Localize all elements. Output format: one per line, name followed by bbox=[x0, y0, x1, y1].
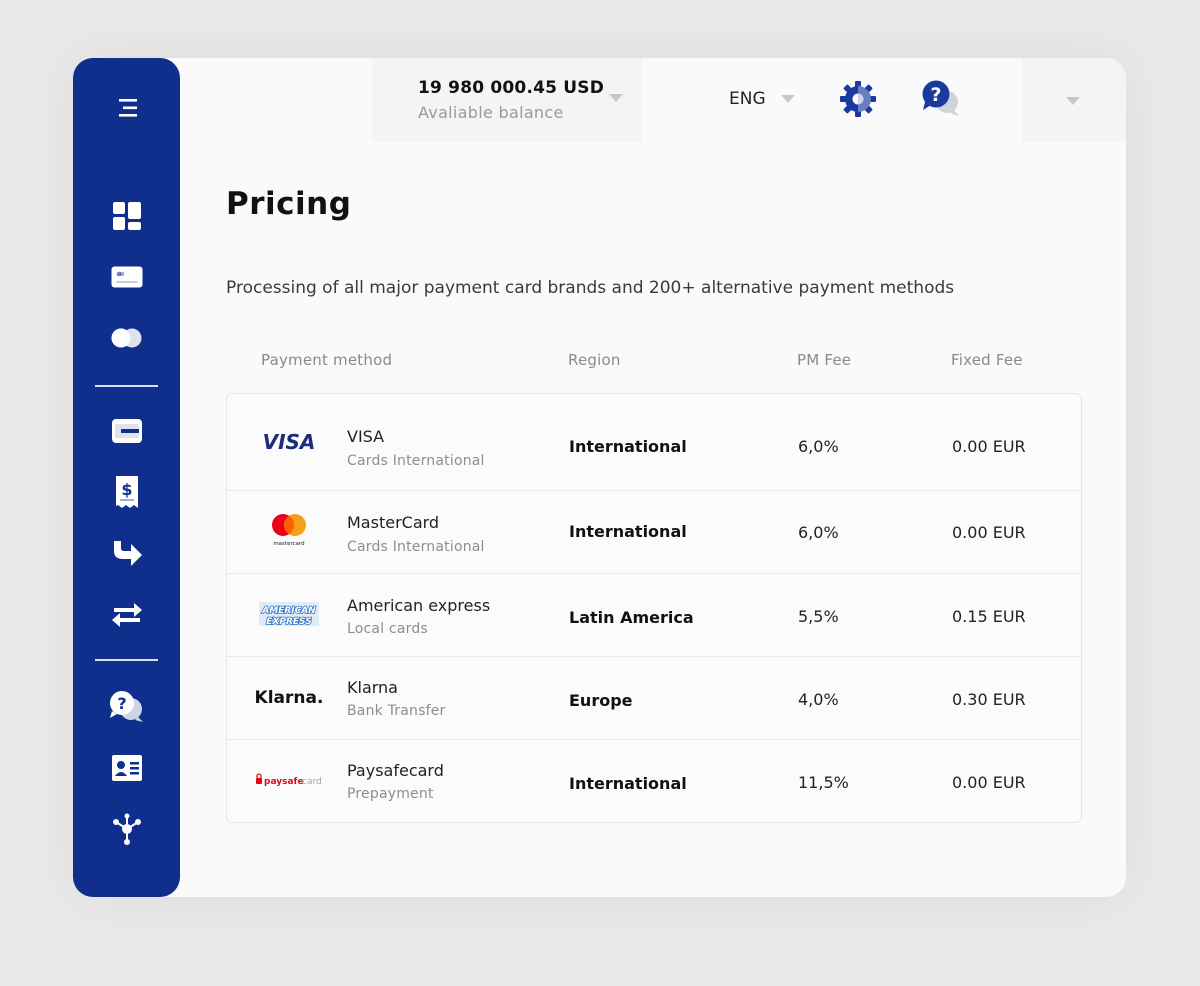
paysafecard-logo-icon: paysafe card bbox=[249, 760, 329, 800]
table-row[interactable]: mastercard MasterCard Cards Internationa… bbox=[227, 491, 1081, 574]
payment-method-type: Cards International bbox=[347, 539, 485, 555]
payment-method-type: Prepayment bbox=[347, 786, 434, 802]
table-row[interactable]: VISA VISA Cards International Internatio… bbox=[227, 394, 1081, 491]
balance-selector[interactable]: 19 980 000.45 USD Avaliable balance bbox=[372, 58, 642, 142]
mastercard-logo-icon: mastercard bbox=[249, 509, 329, 549]
invoice-icon[interactable]: $ bbox=[73, 474, 180, 510]
svg-text:?: ? bbox=[930, 84, 941, 106]
fixed-fee-value: 0.00 EUR bbox=[952, 773, 1026, 792]
svg-text:EXPRESS: EXPRESS bbox=[266, 617, 311, 627]
dashboard-icon[interactable] bbox=[73, 198, 180, 234]
profile-menu[interactable] bbox=[1022, 58, 1126, 142]
pm-fee-value: 4,0% bbox=[798, 690, 839, 709]
payment-method-type: Local cards bbox=[347, 621, 428, 637]
column-header-region[interactable]: Region bbox=[568, 351, 621, 369]
balance-amount: 19 980 000.45 USD bbox=[418, 78, 605, 98]
table-row[interactable]: Klarna. Klarna Bank Transfer Europe 4,0%… bbox=[227, 657, 1081, 740]
visa-logo-icon: VISA bbox=[249, 422, 329, 462]
svg-text:card: card bbox=[302, 777, 322, 787]
region-value: International bbox=[569, 774, 687, 793]
card-brands-icon[interactable] bbox=[73, 320, 180, 356]
payment-method-name: American express bbox=[347, 596, 491, 615]
klarna-logo-icon: Klarna. bbox=[249, 677, 329, 717]
sidebar: $ ? bbox=[73, 58, 180, 897]
pm-fee-value: 11,5% bbox=[798, 773, 849, 792]
sidebar-divider bbox=[95, 659, 158, 661]
table-row[interactable]: AMERICAN EXPRESS American express Local … bbox=[227, 574, 1081, 657]
fixed-fee-value: 0.30 EUR bbox=[952, 690, 1026, 709]
amex-logo-icon: AMERICAN EXPRESS bbox=[249, 594, 329, 634]
wallet-icon[interactable] bbox=[73, 413, 180, 449]
pm-fee-value: 5,5% bbox=[798, 607, 839, 626]
column-header-fixed-fee[interactable]: Fixed Fee bbox=[951, 351, 1023, 369]
top-bar: 19 980 000.45 USD Avaliable balance ENG bbox=[180, 58, 1126, 142]
payment-method-name: Klarna bbox=[347, 678, 398, 697]
transfer-icon[interactable] bbox=[73, 597, 180, 633]
chevron-down-icon[interactable] bbox=[781, 95, 795, 103]
network-icon[interactable] bbox=[73, 811, 180, 847]
table-row[interactable]: paysafe card Paysafecard Prepayment Inte… bbox=[227, 740, 1081, 822]
svg-text:VISA: VISA bbox=[263, 430, 316, 454]
region-value: International bbox=[569, 437, 687, 456]
id-card-icon[interactable] bbox=[73, 750, 180, 786]
region-value: Latin America bbox=[569, 608, 694, 627]
sidebar-divider bbox=[95, 385, 158, 387]
settings-gear-icon[interactable] bbox=[839, 80, 877, 122]
svg-text:mastercard: mastercard bbox=[273, 541, 304, 547]
payment-method-name: VISA bbox=[347, 427, 385, 446]
menu-icon[interactable] bbox=[73, 90, 180, 126]
region-value: International bbox=[569, 522, 687, 541]
svg-text:paysafe: paysafe bbox=[264, 777, 304, 787]
region-value: Europe bbox=[569, 691, 633, 710]
card-icon[interactable] bbox=[73, 259, 180, 295]
help-chat-icon[interactable]: ? bbox=[920, 78, 962, 122]
language-selector[interactable]: ENG bbox=[729, 89, 766, 109]
svg-text:$: $ bbox=[121, 480, 132, 499]
page-subtitle: Processing of all major payment card bra… bbox=[226, 278, 955, 298]
fixed-fee-value: 0.00 EUR bbox=[952, 523, 1026, 542]
chevron-down-icon bbox=[1066, 97, 1080, 105]
payment-method-name: Paysafecard bbox=[347, 761, 444, 780]
payment-method-name: MasterCard bbox=[347, 513, 440, 532]
column-header-pm-fee[interactable]: PM Fee bbox=[797, 351, 851, 369]
payment-method-type: Cards International bbox=[347, 453, 485, 469]
fixed-fee-value: 0.15 EUR bbox=[952, 607, 1026, 626]
chevron-down-icon bbox=[609, 94, 623, 102]
pm-fee-value: 6,0% bbox=[798, 437, 839, 456]
support-icon[interactable]: ? bbox=[73, 688, 180, 724]
svg-text:AMERICAN: AMERICAN bbox=[261, 606, 316, 616]
column-header-payment-method[interactable]: Payment method bbox=[261, 351, 392, 369]
pm-fee-value: 6,0% bbox=[798, 523, 839, 542]
payment-method-type: Bank Transfer bbox=[347, 703, 446, 719]
svg-text:?: ? bbox=[117, 694, 126, 713]
page-title: Pricing bbox=[226, 186, 352, 222]
redirect-icon[interactable] bbox=[73, 536, 180, 572]
fixed-fee-value: 0.00 EUR bbox=[952, 437, 1026, 456]
svg-text:Klarna.: Klarna. bbox=[255, 688, 324, 708]
pricing-table: VISA VISA Cards International Internatio… bbox=[226, 393, 1082, 823]
balance-label: Avaliable balance bbox=[418, 103, 564, 122]
